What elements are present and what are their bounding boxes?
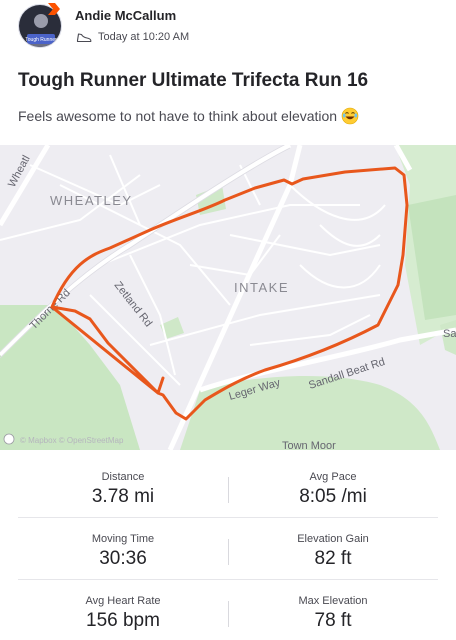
map-label-intake: INTAKE [234,280,289,295]
activity-title[interactable]: Tough Runner Ultimate Trifecta Run 16 [18,70,368,92]
stat-value: 8:05 /mi [299,486,367,507]
stat-max-elevation: Max Elevation 78 ft [228,580,438,640]
stat-value: 156 bpm [86,610,160,631]
activity-description: Feels awesome to not have to think about… [18,107,359,125]
map-label-town-moor: Town Moor [282,440,336,450]
subscriber-badge-icon [48,3,60,15]
stat-moving-time: Moving Time 30:36 [18,518,228,579]
stat-value: 78 ft [314,610,352,631]
activity-meta: Today at 10:20 AM [76,31,189,43]
stat-label: Max Elevation [298,595,368,607]
stat-label: Distance [101,471,145,483]
stat-label: Moving Time [91,533,155,545]
laughing-emoji-icon [341,107,359,125]
activity-timestamp: Today at 10:20 AM [98,31,190,43]
stat-value: 30:36 [99,548,147,569]
stat-distance: Distance 3.78 mi [18,456,228,517]
stat-avg-heart-rate: Avg Heart Rate 156 bpm [18,580,228,640]
stat-value: 3.78 mi [91,486,155,507]
stat-label: Avg Pace [309,471,357,483]
stat-row: Distance 3.78 mi Avg Pace 8:05 /mi [18,456,438,518]
route-map[interactable]: WHEATLEY INTAKE Zetland Rd Thorne Rd Whe… [0,145,456,450]
map-label-wheatley: WHEATLEY [50,193,133,208]
stat-avg-pace: Avg Pace 8:05 /mi [228,456,438,517]
activity-stats: Distance 3.78 mi Avg Pace 8:05 /mi Movin… [18,456,438,640]
stat-row: Avg Heart Rate 156 bpm Max Elevation 78 … [18,580,438,640]
stat-label: Avg Heart Rate [85,595,161,607]
mapbox-logo-icon [3,433,15,445]
stat-elevation-gain: Elevation Gain 82 ft [228,518,438,579]
description-text: Feels awesome to not have to think about… [18,108,338,124]
shoe-icon [76,33,92,43]
stat-label: Elevation Gain [297,533,369,545]
stat-row: Moving Time 30:36 Elevation Gain 82 ft [18,518,438,580]
map-label-edge: Sa [443,328,456,340]
avatar-text: Tough Runner [25,37,57,43]
map-attribution[interactable]: © Mapbox © OpenStreetMap [20,436,124,445]
activity-header: Tough Runner Andie McCallum Today at 10:… [0,0,456,60]
athlete-name[interactable]: Andie McCallum [75,8,176,23]
stat-value: 82 ft [314,548,352,569]
